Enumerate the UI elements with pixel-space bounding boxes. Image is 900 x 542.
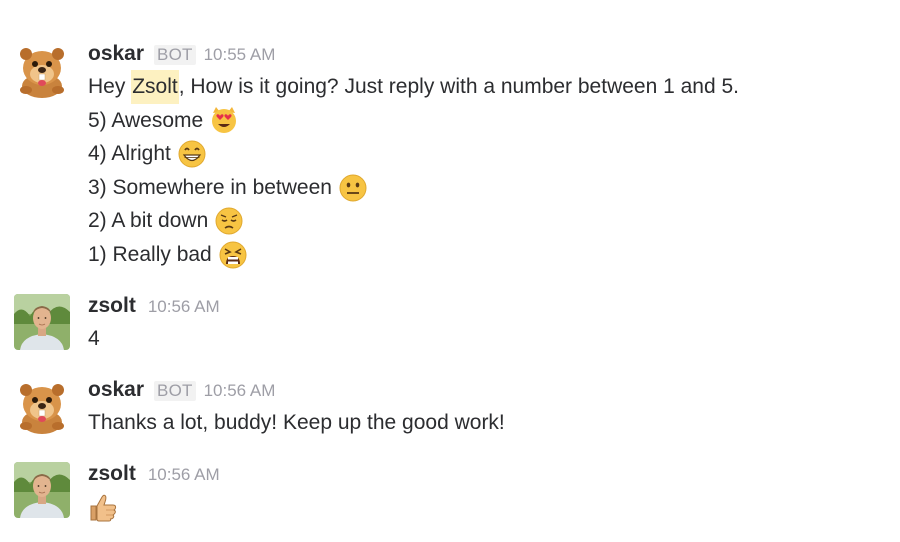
greeting-suffix: , How is it going? Just reply with a num…: [178, 75, 740, 98]
option-text: 3) Somewhere in between: [88, 175, 332, 199]
option-line: 1) Really bad: [88, 238, 880, 272]
sender-name[interactable]: oskar: [88, 378, 144, 402]
user-photo-icon: [14, 294, 70, 350]
avatar[interactable]: [14, 462, 70, 518]
sender-name[interactable]: zsolt: [88, 462, 136, 486]
option-line: 3) Somewhere in between: [88, 171, 880, 205]
user-mention[interactable]: Zsolt: [131, 70, 179, 104]
message-text: Thanks a lot, buddy! Keep up the good wo…: [88, 411, 505, 434]
message: zsolt 10:56 AM: [14, 462, 880, 528]
sender-name[interactable]: oskar: [88, 42, 144, 66]
thumbs-up-icon: [88, 491, 120, 523]
greeting-prefix: Hey: [88, 75, 132, 98]
message: zsolt 10:56 AM 4: [14, 294, 880, 354]
message-text: [88, 490, 880, 524]
beaver-avatar-icon: [14, 42, 70, 98]
message-header: oskar BOT 10:56 AM: [88, 378, 880, 406]
message-text: 4: [88, 327, 100, 350]
message-content: zsolt 10:56 AM 4: [88, 294, 880, 356]
timestamp[interactable]: 10:55 AM: [204, 45, 276, 65]
message-header: oskar BOT 10:55 AM: [88, 42, 880, 70]
message-feed: oskar BOT 10:55 AM Hey Zsolt, How is it …: [0, 0, 900, 542]
message: oskar BOT 10:56 AM Thanks a lot, buddy! …: [14, 378, 880, 438]
grinning-face-icon: [177, 139, 207, 169]
neutral-face-icon: [338, 173, 368, 203]
timestamp[interactable]: 10:56 AM: [204, 381, 276, 401]
message: oskar BOT 10:55 AM Hey Zsolt, How is it …: [14, 42, 880, 282]
bot-badge: BOT: [154, 381, 196, 401]
option-line: 2) A bit down: [88, 204, 880, 238]
avatar[interactable]: [14, 294, 70, 350]
message-content: oskar BOT 10:55 AM Hey Zsolt, How is it …: [88, 42, 880, 272]
pensive-face-icon: [214, 206, 244, 236]
user-photo-icon: [14, 462, 70, 518]
option-line: 5) Awesome: [88, 104, 880, 138]
message-content: zsolt 10:56 AM: [88, 462, 880, 524]
heart-eyes-cat-icon: [209, 105, 239, 135]
bot-badge: BOT: [154, 45, 196, 65]
timestamp[interactable]: 10:56 AM: [148, 465, 220, 485]
beaver-avatar-icon: [14, 378, 70, 434]
option-text: 5) Awesome: [88, 108, 204, 132]
option-text: 2) A bit down: [88, 209, 209, 233]
sender-name[interactable]: zsolt: [88, 294, 136, 318]
tired-face-icon: [218, 240, 248, 270]
message-text: Hey Zsolt, How is it going? Just reply w…: [88, 70, 880, 104]
avatar[interactable]: [14, 378, 70, 434]
option-line: 4) Alright: [88, 137, 880, 171]
avatar[interactable]: [14, 42, 70, 98]
message-header: zsolt 10:56 AM: [88, 462, 880, 490]
option-text: 1) Really bad: [88, 242, 212, 266]
option-text: 4) Alright: [88, 142, 171, 166]
message-content: oskar BOT 10:56 AM Thanks a lot, buddy! …: [88, 378, 880, 440]
timestamp[interactable]: 10:56 AM: [148, 297, 220, 317]
message-header: zsolt 10:56 AM: [88, 294, 880, 322]
